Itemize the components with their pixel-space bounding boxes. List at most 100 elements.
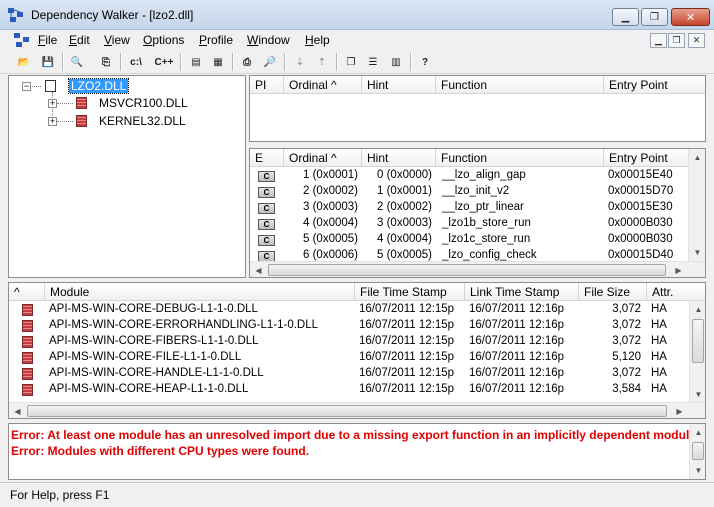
open-button[interactable]: 📂 — [14, 53, 34, 71]
toolbar: 📂 💾 🔍 ⎘ c:\ C++ ▤ ▦ ⎙ 🔎 ⇣ ⇡ ❐ ☰ ▥ ? — [0, 50, 714, 74]
exports-vscroll[interactable]: ▲ ▼ — [688, 149, 705, 261]
log-vscroll[interactable]: ▲ ▼ — [689, 424, 705, 479]
export-hint: 4 (0x0004) — [377, 233, 432, 245]
scroll-up-icon[interactable]: ▲ — [690, 424, 705, 441]
scroll-down-icon[interactable]: ▼ — [689, 244, 705, 261]
scroll-up-icon[interactable]: ▲ — [690, 301, 705, 318]
modules-col-link-time-stamp[interactable]: Link Time Stamp — [465, 283, 579, 301]
scroll-right-icon[interactable]: ▶ — [670, 262, 687, 277]
modules-col-attr[interactable]: Attr. — [647, 283, 705, 301]
help-icon: ? — [421, 56, 429, 68]
tree-connector — [57, 103, 73, 104]
scroll-down-icon[interactable]: ▼ — [690, 462, 705, 479]
find-icon: 🔍 — [70, 56, 84, 68]
modules-col-icon[interactable]: ^ — [9, 283, 45, 301]
exports-col-ordinal[interactable]: Ordinal ^ — [284, 149, 362, 167]
module-icon — [22, 336, 33, 348]
mdi-restore-button[interactable]: ❐ — [668, 33, 685, 48]
modules-vscroll[interactable]: ▲ ▼ — [689, 301, 705, 403]
close-button[interactable]: ✕ — [671, 8, 710, 26]
tree-collapse-icon[interactable]: − — [22, 82, 31, 91]
module-icon — [22, 304, 33, 316]
tree-item-root[interactable]: LZO2.DLL — [67, 78, 130, 94]
menu-view[interactable]: View — [104, 33, 130, 47]
tree-item-kernel32[interactable]: KERNEL32.DLL — [99, 114, 186, 128]
module-link-time-stamp: 16/07/2011 12:16p — [469, 351, 565, 363]
print-button[interactable]: ⎙ — [237, 53, 257, 71]
menu-profile[interactable]: Profile — [199, 33, 233, 47]
module-icon — [22, 320, 33, 332]
modules-col-file-size[interactable]: File Size — [579, 283, 647, 301]
module-file-size: 3,584 — [612, 383, 641, 395]
exports-hscroll-thumb[interactable] — [268, 264, 666, 276]
module-attr: HA — [651, 367, 667, 379]
modules-hscroll[interactable]: ◀ ▶ — [9, 402, 705, 418]
title-bar[interactable]: Dependency Walker - [lzo2.dll] ▁ ❐ ✕ — [0, 0, 714, 30]
modules-vscroll-thumb[interactable] — [692, 319, 704, 363]
tree-expand-icon[interactable]: + — [48, 99, 57, 108]
menu-edit[interactable]: Edit — [69, 33, 90, 47]
save-button[interactable]: 💾 — [38, 53, 58, 71]
imports-col-pi[interactable]: PI — [250, 76, 284, 94]
scroll-left-icon[interactable]: ◀ — [9, 403, 26, 418]
module-file-time-stamp: 16/07/2011 12:15p — [359, 335, 455, 347]
find-button[interactable]: 🔍 — [67, 53, 87, 71]
expand-button[interactable]: ⇣ — [290, 53, 310, 71]
toolbar-separator — [120, 53, 122, 71]
log-vscroll-thumb[interactable] — [692, 442, 704, 460]
full-paths-button[interactable]: c:\ — [126, 53, 146, 71]
system-info-button[interactable]: ▦ — [208, 53, 228, 71]
minimize-button[interactable]: ▁ — [612, 8, 639, 26]
close-icon: ✕ — [685, 11, 696, 24]
module-file-size: 3,072 — [612, 335, 641, 347]
scroll-right-icon[interactable]: ▶ — [671, 403, 688, 418]
exports-col-e[interactable]: E — [250, 149, 284, 167]
scroll-up-icon[interactable]: ▲ — [689, 149, 705, 166]
module-link-time-stamp: 16/07/2011 12:16p — [469, 383, 565, 395]
cascade-button[interactable]: ❐ — [341, 53, 361, 71]
undecorate-button[interactable]: C++ — [154, 53, 174, 71]
modules-hscroll-thumb[interactable] — [27, 405, 667, 417]
imports-col-ordinal[interactable]: Ordinal ^ — [284, 76, 362, 94]
modules-pane[interactable]: ^ Module File Time Stamp Link Time Stamp… — [8, 282, 706, 419]
maximize-button[interactable]: ❐ — [641, 8, 668, 26]
menu-file[interactable]: File — [38, 33, 57, 47]
mdi-document-icon[interactable] — [14, 33, 30, 47]
mdi-minimize-button[interactable]: ▁ — [650, 33, 667, 48]
help-button[interactable]: ? — [415, 53, 435, 71]
imports-col-function[interactable]: Function — [436, 76, 604, 94]
tree-expand-icon[interactable]: + — [48, 117, 57, 126]
modules-col-file-time-stamp[interactable]: File Time Stamp — [355, 283, 465, 301]
imports-pane[interactable]: PI Ordinal ^ Hint Function Entry Point — [249, 75, 706, 142]
collapse-button[interactable]: ⇡ — [312, 53, 332, 71]
exports-pane[interactable]: E Ordinal ^ Hint Function Entry Point C1… — [249, 148, 706, 278]
tile-vertical-button[interactable]: ▥ — [386, 53, 406, 71]
scroll-left-icon[interactable]: ◀ — [250, 262, 267, 277]
window-title: Dependency Walker - [lzo2.dll] — [31, 8, 194, 22]
tile-vertical-icon: ▥ — [391, 56, 401, 68]
tile-horizontal-button[interactable]: ☰ — [363, 53, 383, 71]
exports-col-function[interactable]: Function — [436, 149, 604, 167]
menu-window[interactable]: Window — [247, 33, 290, 47]
module-link-time-stamp: 16/07/2011 12:16p — [469, 319, 565, 331]
view-button[interactable]: 🔎 — [260, 53, 280, 71]
menu-options[interactable]: Options — [143, 33, 184, 47]
exports-hscroll[interactable]: ◀ ▶ — [250, 261, 705, 277]
copy-button[interactable]: ⎘ — [96, 53, 116, 71]
scroll-down-icon[interactable]: ▼ — [690, 386, 705, 403]
properties-button[interactable]: ▤ — [186, 53, 206, 71]
mdi-close-button[interactable]: ✕ — [688, 33, 705, 48]
log-pane[interactable]: Error: At least one module has an unreso… — [8, 423, 706, 480]
imports-col-entry-point[interactable]: Entry Point — [604, 76, 705, 94]
export-hint: 2 (0x0002) — [377, 201, 432, 213]
exports-col-hint[interactable]: Hint — [362, 149, 436, 167]
menu-file-rest: ile — [45, 33, 58, 47]
module-link-time-stamp: 16/07/2011 12:16p — [469, 367, 565, 379]
imports-col-hint[interactable]: Hint — [362, 76, 436, 94]
tree-item-msvcr100[interactable]: MSVCR100.DLL — [99, 96, 188, 110]
menu-help[interactable]: Help — [305, 33, 330, 47]
modules-col-module[interactable]: Module — [45, 283, 355, 301]
export-function: __lzo_init_v2 — [442, 185, 510, 197]
export-ordinal: 6 (0x0006) — [303, 249, 358, 261]
module-tree-pane[interactable]: − LZO2.DLL + MSVCR100.DLL + KERNEL32.DLL — [8, 75, 246, 278]
